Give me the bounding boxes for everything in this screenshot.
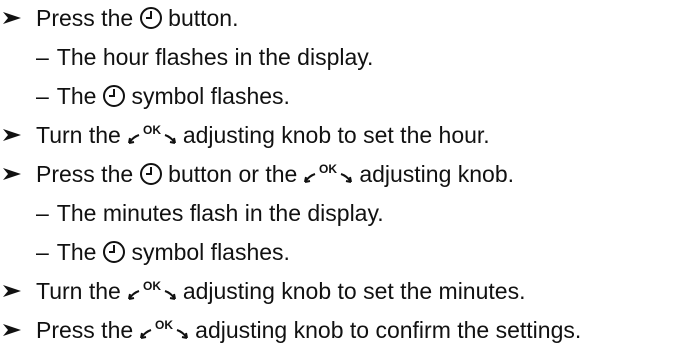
step-text: button. — [168, 5, 239, 31]
step-text: Press the — [36, 317, 134, 343]
step-text: Turn the — [36, 122, 121, 148]
arrowhead-bullet-icon — [2, 128, 22, 142]
knob-ok-label: OK — [143, 123, 161, 137]
step-turn-knob-minutes: Turn the OK adjusting knob to set the mi… — [2, 273, 525, 309]
ok-adjusting-knob-icon: OK — [127, 123, 177, 147]
ok-adjusting-knob-icon: OK — [303, 162, 353, 186]
ok-adjusting-knob-icon: OK — [127, 279, 177, 303]
clock-icon — [102, 240, 126, 264]
ok-adjusting-knob-icon: OK — [139, 318, 189, 342]
step-text: button or the — [168, 161, 298, 187]
substep-minutes-flash: – The minutes flash in the display. — [36, 195, 384, 231]
knob-ok-label: OK — [319, 162, 337, 176]
substep-text: The minutes flash in the display. — [56, 200, 384, 226]
step-turn-knob-hour: Turn the OK adjusting knob to set the ho… — [2, 117, 490, 153]
substep-text: symbol flashes. — [131, 239, 290, 265]
arrowhead-bullet-icon — [2, 11, 22, 25]
instruction-list: Press the button. – The hour flashes in … — [0, 0, 700, 356]
dash: – — [36, 44, 49, 70]
arrowhead-bullet-icon — [2, 284, 22, 298]
substep-clock-symbol-flashes: – The symbol flashes. — [36, 78, 290, 114]
step-text: adjusting knob to confirm the settings. — [195, 317, 582, 343]
knob-ok-label: OK — [155, 318, 173, 332]
step-text: adjusting knob to set the minutes. — [182, 278, 526, 304]
dash: – — [36, 239, 49, 265]
arrowhead-bullet-icon — [2, 167, 22, 181]
step-press-button-or-knob: Press the button or the OK adjusting kno… — [2, 156, 514, 192]
step-text: adjusting knob to set the hour. — [182, 122, 490, 148]
substep-text: The hour flashes in the display. — [56, 44, 374, 70]
substep-clock-symbol-flashes-2: – The symbol flashes. — [36, 234, 290, 270]
substep-text: symbol flashes. — [131, 83, 290, 109]
arrowhead-bullet-icon — [2, 323, 22, 337]
step-text: adjusting knob. — [359, 161, 515, 187]
substep-text: The — [56, 239, 97, 265]
dash: – — [36, 83, 49, 109]
knob-ok-label: OK — [143, 279, 161, 293]
clock-icon — [139, 6, 163, 30]
substep-hour-flashes: – The hour flashes in the display. — [36, 39, 373, 75]
step-text: Press the — [36, 161, 134, 187]
clock-icon — [102, 84, 126, 108]
step-confirm-settings: Press the OK adjusting knob to confirm t… — [2, 312, 581, 348]
substep-text: The — [56, 83, 97, 109]
step-text: Turn the — [36, 278, 121, 304]
dash: – — [36, 200, 49, 226]
step-press-clock-button: Press the button. — [2, 0, 239, 36]
step-text: Press the — [36, 5, 134, 31]
clock-icon — [139, 162, 163, 186]
